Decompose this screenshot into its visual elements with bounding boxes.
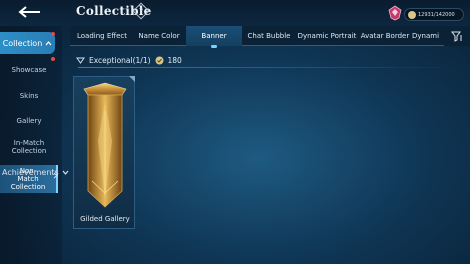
sidebar-achievements[interactable]: Achievements	[2, 168, 69, 177]
tab-dynamic-portrait[interactable]: Dynamic Portrait	[296, 26, 358, 46]
rarity-label: Exceptional(1/1)	[89, 55, 151, 65]
notification-dot	[51, 57, 55, 61]
filter-button[interactable]	[444, 26, 470, 46]
card-corner-marker	[129, 76, 135, 82]
coin-icon	[408, 10, 416, 19]
tab-dynamic[interactable]: Dynami	[412, 26, 444, 46]
rarity-header: Exceptional(1/1) 180	[76, 54, 182, 66]
chevron-down-icon	[62, 170, 69, 175]
tab-chat-bubble[interactable]: Chat Bubble	[244, 26, 294, 46]
sidebar-collection-header[interactable]: Collection	[0, 32, 55, 54]
chevron-down-icon[interactable]	[76, 57, 85, 64]
card-name: Gilded Gallery	[80, 215, 130, 223]
tab-name-color[interactable]: Name Color	[134, 26, 184, 46]
filter-icon	[451, 31, 462, 42]
collection-score: 12931/142000	[404, 8, 464, 21]
tab-avatar-border[interactable]: Avatar Border	[360, 26, 410, 46]
divider	[78, 67, 458, 68]
sidebar: Collection Showcase Skins Gallery In-Mat…	[0, 26, 62, 264]
sidebar-item-in-match-collection[interactable]: In-Match Collection	[0, 139, 58, 155]
category-tabs: Loading Effect Name Color Banner Chat Bu…	[70, 26, 470, 48]
chevron-up-icon	[45, 40, 52, 45]
gilded-banner-image	[83, 82, 127, 208]
sidebar-collection-label: Collection	[2, 38, 43, 48]
avatar-emblem-icon[interactable]	[386, 4, 404, 22]
sidebar-achievements-label: Achievements	[2, 168, 59, 177]
collectible-card[interactable]: Gilded Gallery	[73, 76, 135, 229]
tab-loading-effect[interactable]: Loading Effect	[70, 26, 134, 46]
notification-dot	[51, 32, 55, 36]
back-arrow-icon	[18, 6, 40, 18]
sidebar-item-showcase[interactable]: Showcase	[0, 66, 58, 74]
sidebar-item-skins[interactable]: Skins	[0, 92, 58, 100]
tab-banner[interactable]: Banner	[186, 26, 242, 48]
score-value: 12931/142000	[418, 11, 455, 18]
rarity-points: 180	[167, 55, 182, 65]
sidebar-item-gallery[interactable]: Gallery	[0, 117, 58, 125]
back-button[interactable]	[10, 2, 50, 22]
points-badge-icon	[155, 56, 164, 64]
